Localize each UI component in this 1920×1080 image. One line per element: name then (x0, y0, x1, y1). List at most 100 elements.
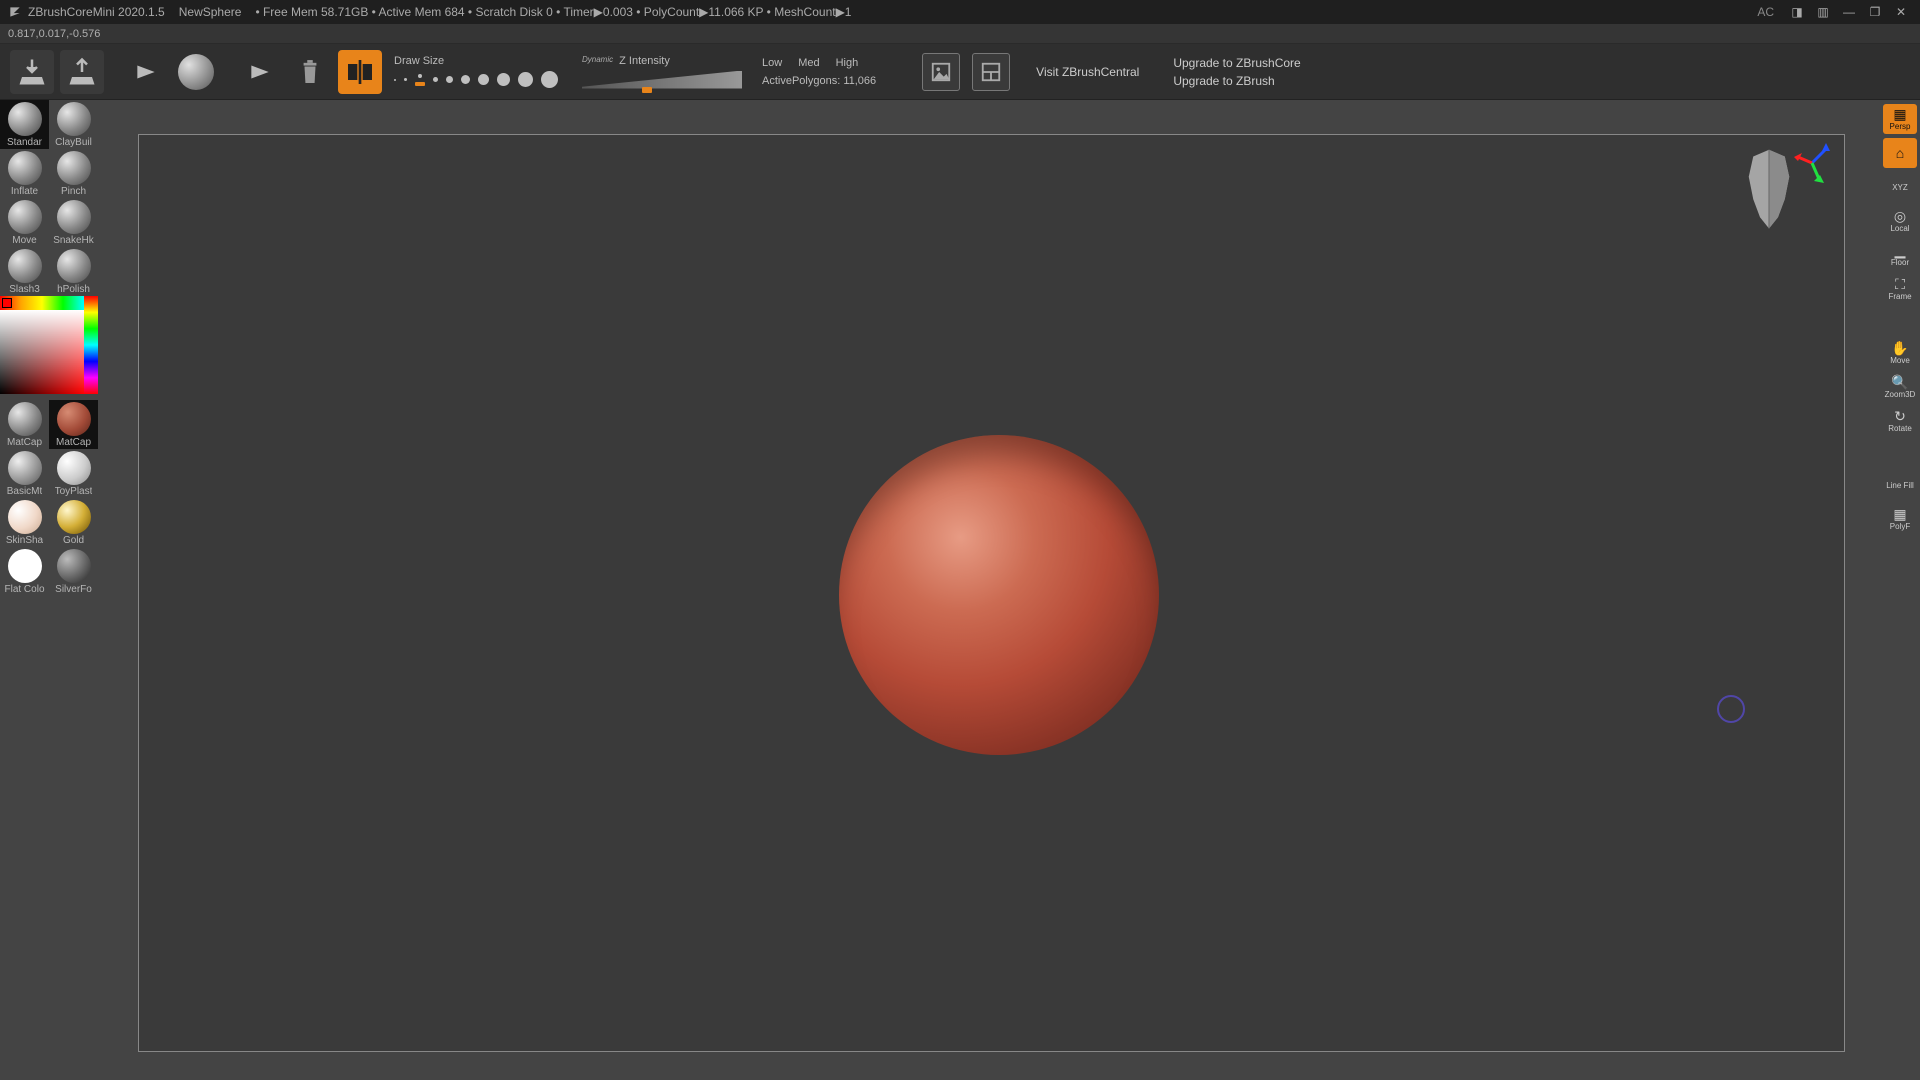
material-ball-icon (8, 451, 42, 485)
brush-claybuil[interactable]: ClayBuil (49, 100, 98, 149)
floor-button[interactable]: ▁Floor (1883, 240, 1917, 270)
material-ball-icon (57, 402, 91, 436)
brush-standar[interactable]: Standar (0, 100, 49, 149)
perspective-toggle[interactable]: ▦Persp (1883, 104, 1917, 134)
import-button[interactable] (10, 50, 54, 94)
viewport[interactable] (138, 134, 1845, 1052)
material-1[interactable]: MatCap (49, 400, 98, 449)
upgrade-zbrushcore-link[interactable]: Upgrade to ZBrushCore (1173, 56, 1300, 70)
draw-size-dots[interactable] (394, 71, 558, 88)
material-3[interactable]: ToyPlast (49, 449, 98, 498)
z-intensity-slider[interactable] (582, 71, 742, 89)
material-4[interactable]: SkinSha (0, 498, 49, 547)
material-label: MatCap (7, 437, 42, 448)
res-low-button[interactable]: Low (762, 57, 782, 69)
brush-orb-icon (8, 200, 42, 234)
reference-image-button[interactable] (922, 53, 960, 91)
material-7[interactable]: SilverFo (49, 547, 98, 596)
right-panel: ▦Persp ⌂ XYZ ◎Local ▁Floor ⛶Frame ✋Move … (1880, 100, 1920, 534)
symmetry-button[interactable] (338, 50, 382, 94)
rotate-view-button[interactable]: ↻Rotate (1883, 406, 1917, 436)
xyz-button[interactable]: XYZ (1883, 172, 1917, 202)
hue-top-strip[interactable] (0, 296, 84, 310)
axis-gizmo-icon[interactable] (1792, 143, 1832, 183)
brush-label: Inflate (11, 186, 38, 197)
prev-primitive-button[interactable] (124, 50, 168, 94)
viewport-layout-button[interactable] (972, 53, 1010, 91)
sphere-primitive-button[interactable] (174, 50, 218, 94)
res-med-button[interactable]: Med (798, 57, 819, 69)
hue-strip[interactable] (84, 296, 98, 394)
doc-name: NewSphere (179, 5, 242, 19)
material-5[interactable]: Gold (49, 498, 98, 547)
brush-orb-icon (8, 151, 42, 185)
header-ac: AC (1757, 5, 1774, 19)
material-ball-icon (57, 549, 91, 583)
brush-inflate[interactable]: Inflate (0, 149, 49, 198)
window-minimize-icon[interactable]: — (1838, 1, 1860, 23)
app-logo-icon (8, 5, 22, 19)
cursor-coords: 0.817,0.017,-0.576 (8, 28, 100, 40)
brush-pinch[interactable]: Pinch (49, 149, 98, 198)
material-label: Gold (63, 535, 84, 546)
brush-cursor-icon (1717, 695, 1745, 723)
brush-label: hPolish (57, 284, 90, 295)
z-intensity-control[interactable]: Dynamic Z Intensity (582, 55, 742, 89)
material-label: SkinSha (6, 535, 43, 546)
zoom3d-button[interactable]: 🔍Zoom3D (1883, 372, 1917, 402)
next-primitive-button[interactable] (238, 50, 282, 94)
brush-snakehk[interactable]: SnakeHk (49, 198, 98, 247)
res-high-button[interactable]: High (836, 57, 859, 69)
z-intensity-label: Z Intensity (619, 55, 670, 67)
color-swatch[interactable] (2, 298, 12, 308)
home-view-button[interactable]: ⌂ (1883, 138, 1917, 168)
brush-slash3[interactable]: Slash3 (0, 247, 49, 296)
material-0[interactable]: MatCap (0, 400, 49, 449)
brush-move[interactable]: Move (0, 198, 49, 247)
header-icon-1[interactable]: ◨ (1786, 1, 1808, 23)
z-intensity-thumb[interactable] (642, 87, 652, 93)
local-button[interactable]: ◎Local (1883, 206, 1917, 236)
material-ball-icon (57, 451, 91, 485)
frame-button[interactable]: ⛶Frame (1883, 274, 1917, 304)
brush-label: ClayBuil (55, 137, 92, 148)
export-button[interactable] (60, 50, 104, 94)
top-toolbar: Draw Size Dynamic Z Intensity Low Med (0, 44, 1920, 100)
material-ball-icon (57, 500, 91, 534)
window-close-icon[interactable]: ✕ (1890, 1, 1912, 23)
material-label: ToyPlast (55, 486, 93, 497)
material-2[interactable]: BasicMt (0, 449, 49, 498)
saturation-value-box[interactable] (0, 310, 84, 394)
brush-orb-icon (8, 102, 42, 136)
polyframe-button[interactable]: ▦PolyF (1883, 504, 1917, 534)
trash-button[interactable] (288, 50, 332, 94)
brush-label: Standar (7, 137, 42, 148)
color-picker[interactable] (0, 296, 98, 394)
left-panel: Standar ClayBuil Inflate Pinch Move SnakeHk Sl… (0, 100, 98, 596)
draw-size-control[interactable]: Draw Size (394, 55, 558, 88)
window-restore-icon[interactable]: ❐ (1864, 1, 1886, 23)
material-label: SilverFo (55, 584, 92, 595)
line-fill-label: Line Fill (1883, 470, 1917, 500)
material-ball-icon (8, 402, 42, 436)
brush-palette: Standar ClayBuil Inflate Pinch Move SnakeHk Sl… (0, 100, 98, 296)
material-ball-icon (8, 549, 42, 583)
brush-label: Pinch (61, 186, 86, 197)
active-polygons-label: ActivePolygons: 11,066 (762, 75, 876, 87)
material-6[interactable]: Flat Colo (0, 547, 49, 596)
brush-hpolish[interactable]: hPolish (49, 247, 98, 296)
material-label: Flat Colo (4, 584, 44, 595)
status-line: 0.817,0.017,-0.576 (0, 24, 1920, 44)
mesh-sphere[interactable] (839, 435, 1159, 755)
header-icon-2[interactable]: ▥ (1812, 1, 1834, 23)
brush-label: Move (12, 235, 36, 246)
brush-orb-icon (57, 200, 91, 234)
move-view-button[interactable]: ✋Move (1883, 338, 1917, 368)
brush-label: Slash3 (9, 284, 40, 295)
material-palette: MatCap MatCapBasicMt ToyPlast SkinSha Gold Fl… (0, 400, 98, 596)
upgrade-zbrush-link[interactable]: Upgrade to ZBrush (1173, 74, 1300, 88)
visit-zbrushcentral-link[interactable]: Visit ZBrushCentral (1036, 65, 1139, 79)
draw-size-label: Draw Size (394, 55, 558, 67)
resolution-buttons: Low Med High (762, 57, 876, 69)
title-bar: ZBrushCoreMini 2020.1.5 NewSphere • Free… (0, 0, 1920, 24)
